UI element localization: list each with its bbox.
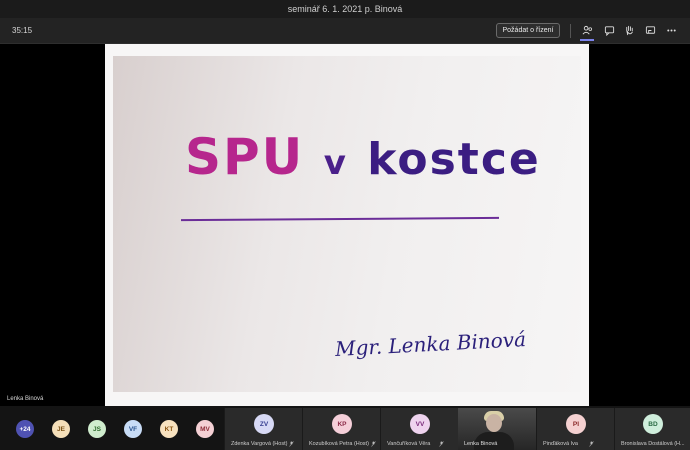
slide-title-v: v xyxy=(323,143,348,183)
participant-tile-name: Lenka Binová xyxy=(464,441,498,447)
shared-slide-frame: SPU v kostce Mgr. Lenka Binová xyxy=(105,44,589,406)
participant-tile-name: Kozubíková Petra (Host) xyxy=(309,441,369,447)
participant-video-tile[interactable]: Lenka Binová xyxy=(458,408,536,450)
participant-avatar[interactable]: KT xyxy=(160,420,178,438)
teams-meeting-window: seminář 6. 1. 2021 p. Binová 35:15 Požád… xyxy=(0,0,690,450)
participant-tile-name: Zdenka Vargová (Host) xyxy=(231,441,288,447)
participant-tile-avatar: BD xyxy=(643,414,663,434)
share-icon[interactable] xyxy=(643,23,657,37)
shared-content-stage: SPU v kostce Mgr. Lenka Binová Lenka Bin… xyxy=(0,44,690,406)
meeting-toolbar: 35:15 Požádat o řízení xyxy=(0,18,690,44)
slide-title-spu: SPU xyxy=(185,128,305,186)
participant-tile[interactable]: ZV Zdenka Vargová (Host) xyxy=(224,408,302,450)
participant-strip: +24 JE JS VF KT MV ZV Zdenka Vargová (Ho… xyxy=(0,406,690,450)
participant-tile-avatar: VV xyxy=(410,414,430,434)
participant-tile-avatar: PI xyxy=(566,414,586,434)
slide-title: SPU v kostce xyxy=(185,128,541,186)
participant-tile-avatar: ZV xyxy=(254,414,274,434)
participant-tile[interactable]: KP Kozubíková Petra (Host) xyxy=(302,408,380,450)
mic-muted-icon xyxy=(289,441,294,447)
participant-tile-name: Vančuříková Věra xyxy=(387,441,431,447)
participant-tile-name: Bronislava Dostálová (H... xyxy=(621,441,685,447)
chat-icon[interactable] xyxy=(602,23,616,37)
participants-active-indicator xyxy=(580,39,594,41)
participants-icon[interactable] xyxy=(580,23,594,37)
more-icon[interactable] xyxy=(664,23,678,37)
shared-slide: SPU v kostce Mgr. Lenka Binová xyxy=(113,56,581,392)
participant-avatar[interactable]: MV xyxy=(196,420,214,438)
participant-avatar[interactable]: JS xyxy=(88,420,106,438)
participant-tile-avatar: KP xyxy=(332,414,352,434)
presenter-name-label: Lenka Binová xyxy=(7,396,44,402)
participant-tile[interactable]: BD Bronislava Dostálová (H... xyxy=(614,408,690,450)
mic-muted-icon xyxy=(589,441,594,447)
window-title-bar: seminář 6. 1. 2021 p. Binová xyxy=(0,0,690,18)
meeting-timer: 35:15 xyxy=(12,26,33,35)
participant-tile[interactable]: VV Vančuříková Věra xyxy=(380,408,458,450)
toolbar-divider xyxy=(570,24,571,38)
raise-hand-icon[interactable] xyxy=(622,23,636,37)
participants-overflow-badge[interactable]: +24 xyxy=(16,420,34,438)
request-control-button[interactable]: Požádat o řízení xyxy=(496,23,560,38)
slide-author: Mgr. Lenka Binová xyxy=(334,327,527,361)
participant-avatar[interactable]: JE xyxy=(52,420,70,438)
slide-title-kostce: kostce xyxy=(367,134,541,185)
window-title: seminář 6. 1. 2021 p. Binová xyxy=(287,4,403,14)
participant-avatar[interactable]: VF xyxy=(124,420,142,438)
participant-tile-name: Pinďáková Iva xyxy=(543,441,578,447)
mic-muted-icon xyxy=(371,441,376,447)
video-feed-face xyxy=(486,414,502,432)
mic-muted-icon xyxy=(439,441,444,447)
slide-title-underline xyxy=(180,216,500,222)
participant-tile[interactable]: PI Pinďáková Iva xyxy=(536,408,614,450)
